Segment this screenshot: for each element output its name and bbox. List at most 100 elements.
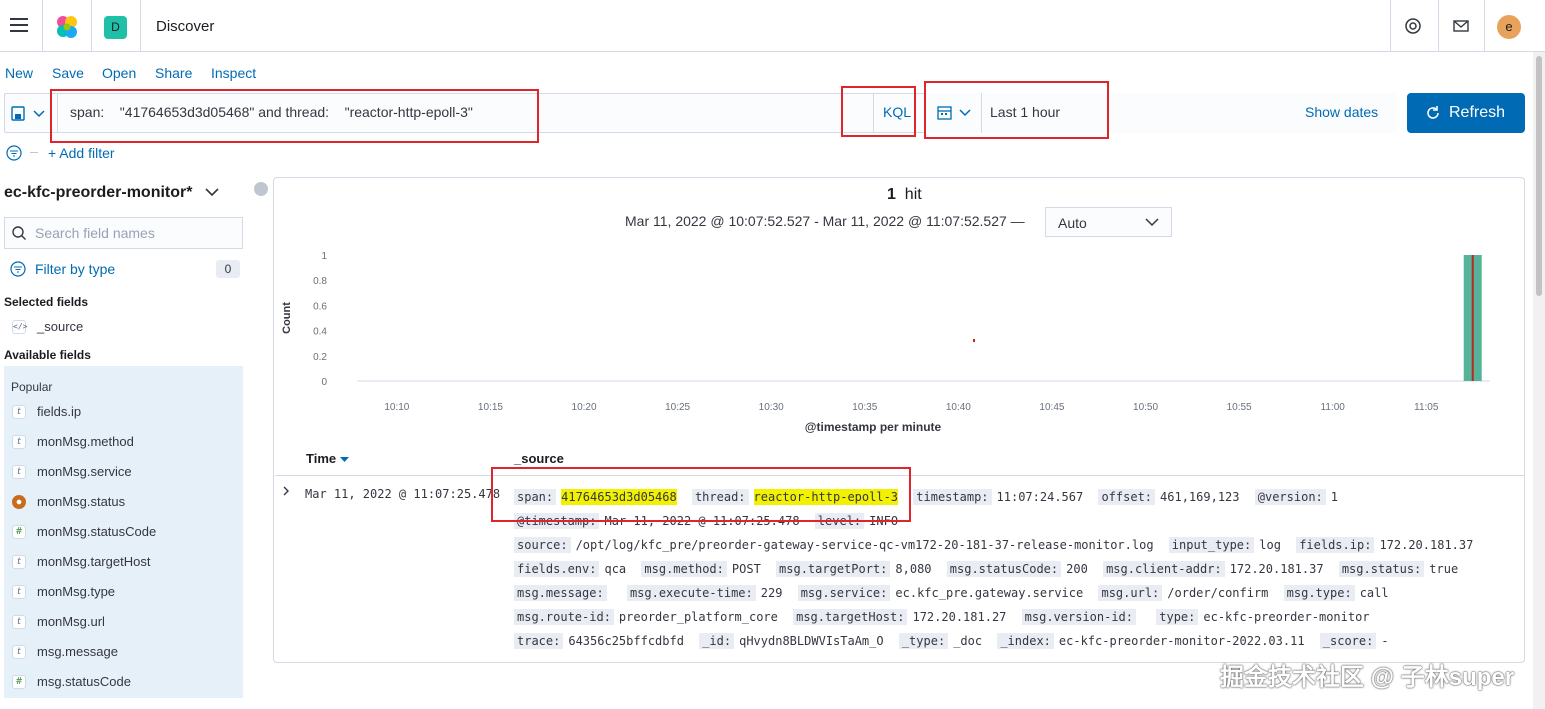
- source-field-key: fields.env:: [514, 561, 600, 577]
- nav-inspect[interactable]: Inspect: [211, 65, 256, 81]
- available-fields-title: Available fields: [4, 348, 91, 362]
- cursor-marker: [973, 339, 975, 342]
- string-type-icon: t: [12, 405, 26, 419]
- source-field-pair: @version: 1: [1254, 489, 1339, 505]
- scrollbar[interactable]: [1533, 52, 1545, 709]
- source-field-key: msg.execute-time:: [626, 585, 756, 601]
- popular-title: Popular: [11, 380, 53, 394]
- y-tick-label: 0.8: [313, 276, 327, 287]
- add-filter-button[interactable]: + Add filter: [48, 145, 115, 161]
- source-field-key: msg.message:: [514, 585, 607, 601]
- elastic-logo-icon[interactable]: [54, 14, 80, 40]
- annotation-box-result: [491, 467, 911, 522]
- refresh-button[interactable]: Refresh: [1407, 93, 1525, 133]
- interval-value: Auto: [1058, 215, 1087, 231]
- y-tick-label: 0.2: [313, 352, 327, 363]
- chevron-down-icon: [205, 188, 219, 197]
- field-item[interactable]: t monMsg.url: [4, 607, 243, 637]
- chevron-down-icon: [1145, 218, 1159, 227]
- string-type-icon: t: [12, 465, 26, 479]
- number-type-icon: #: [12, 525, 26, 539]
- source-field-pair: offset: 461,169,123: [1098, 489, 1240, 505]
- annotation-box-kql: [841, 86, 916, 137]
- mail-icon[interactable]: [1451, 16, 1471, 36]
- y-tick-label: 1: [321, 251, 327, 262]
- nav-open[interactable]: Open: [102, 65, 136, 81]
- field-item[interactable]: t fields.ip: [4, 397, 243, 427]
- field-name: monMsg.method: [37, 434, 134, 449]
- field-name: monMsg.statusCode: [37, 524, 157, 539]
- source-field-pair: _type: _doc: [898, 633, 982, 649]
- saved-query-icon[interactable]: [10, 105, 50, 123]
- source-field-value: 1: [1330, 490, 1339, 504]
- x-tick-label: 10:40: [946, 402, 971, 413]
- nav-new[interactable]: New: [5, 65, 33, 81]
- nav-save[interactable]: Save: [52, 65, 84, 81]
- field-item[interactable]: # msg.statusCode: [4, 667, 243, 697]
- source-field-pair: msg.client-addr: 172.20.181.37: [1103, 561, 1324, 577]
- source-field-key: source:: [514, 537, 571, 553]
- field-search-placeholder: Search field names: [35, 225, 155, 241]
- source-field-pair: trace: 64356c25bffcdbfd: [514, 633, 684, 649]
- chevron-right-icon[interactable]: [282, 486, 290, 496]
- source-field-pair: msg.targetPort: 8,080: [776, 561, 932, 577]
- source-field-pair: input_type: log: [1168, 537, 1281, 553]
- filter-by-type-button[interactable]: Filter by type: [35, 261, 115, 277]
- interval-select[interactable]: Auto: [1045, 207, 1172, 237]
- show-dates-link[interactable]: Show dates: [1305, 104, 1378, 120]
- field-name: _source: [37, 319, 84, 334]
- column-header-time[interactable]: Time: [306, 451, 349, 466]
- field-item[interactable]: monMsg.status: [4, 487, 243, 517]
- hit-count: 1 hit: [887, 186, 922, 204]
- y-tick-label: 0: [321, 377, 327, 388]
- header-divider: [1390, 0, 1391, 52]
- source-field-pair: msg.status: true: [1338, 561, 1458, 577]
- source-field-value: 200: [1066, 562, 1088, 576]
- source-field-pair: msg.service: ec.kfc_pre.gateway.service: [797, 585, 1083, 601]
- filter-options-icon[interactable]: [6, 145, 22, 161]
- space-avatar[interactable]: D: [104, 16, 127, 39]
- field-item[interactable]: t monMsg.method: [4, 427, 243, 457]
- field-item-source[interactable]: </> _source: [4, 312, 243, 342]
- field-item[interactable]: t msg.message: [4, 637, 243, 667]
- source-field-key: _id:: [699, 633, 735, 649]
- field-item[interactable]: t monMsg.service: [4, 457, 243, 487]
- source-field-value: ec-kfc-preorder-monitor: [1203, 610, 1370, 624]
- help-icon[interactable]: [1403, 16, 1423, 36]
- menu-icon[interactable]: [10, 18, 28, 32]
- source-field-value: -: [1381, 634, 1389, 648]
- field-item[interactable]: t monMsg.targetHost: [4, 547, 243, 577]
- source-field-value: 172.20.181.37: [1379, 538, 1474, 552]
- user-avatar[interactable]: e: [1497, 15, 1521, 39]
- x-tick-label: 10:50: [1133, 402, 1158, 413]
- x-axis-label: @timestamp per minute: [805, 420, 942, 434]
- header-divider: [140, 0, 141, 52]
- x-tick-label: 10:45: [1039, 402, 1064, 413]
- source-field-value: qca: [604, 562, 627, 576]
- y-tick-label: 0.4: [313, 327, 327, 338]
- number-type-icon: #: [12, 675, 26, 689]
- field-item[interactable]: # monMsg.statusCode: [4, 517, 243, 547]
- field-name: fields.ip: [37, 404, 82, 419]
- string-type-icon: t: [12, 555, 26, 569]
- row-timestamp: Mar 11, 2022 @ 11:07:25.478: [305, 487, 501, 501]
- index-pattern-selector[interactable]: ec-kfc-preorder-monitor*: [4, 184, 219, 202]
- field-name: monMsg.type: [37, 584, 116, 599]
- field-item[interactable]: t monMsg.type: [4, 577, 243, 607]
- sort-down-icon[interactable]: [339, 457, 349, 463]
- source-field-pair: msg.url: /order/confirm: [1098, 585, 1268, 601]
- source-field-key: msg.version-id:: [1021, 609, 1137, 625]
- source-field-pair: _id: qHvydn8BLDWVIsTaAm_O: [699, 633, 884, 649]
- divider: [30, 152, 38, 153]
- string-type-icon: t: [12, 645, 26, 659]
- source-field-key: fields.ip:: [1296, 537, 1375, 553]
- refresh-icon: [1427, 106, 1439, 119]
- source-field-key: type:: [1156, 609, 1199, 625]
- nav-share[interactable]: Share: [155, 65, 192, 81]
- y-axis-label: Count: [281, 302, 293, 334]
- source-field-key: timestamp:: [913, 489, 992, 505]
- collapse-sidebar-icon[interactable]: [254, 182, 268, 196]
- hit-label: hit: [904, 186, 922, 203]
- header-divider: [1484, 0, 1485, 52]
- watermark: 掘金技术社区 @ 子林super: [1220, 664, 1515, 691]
